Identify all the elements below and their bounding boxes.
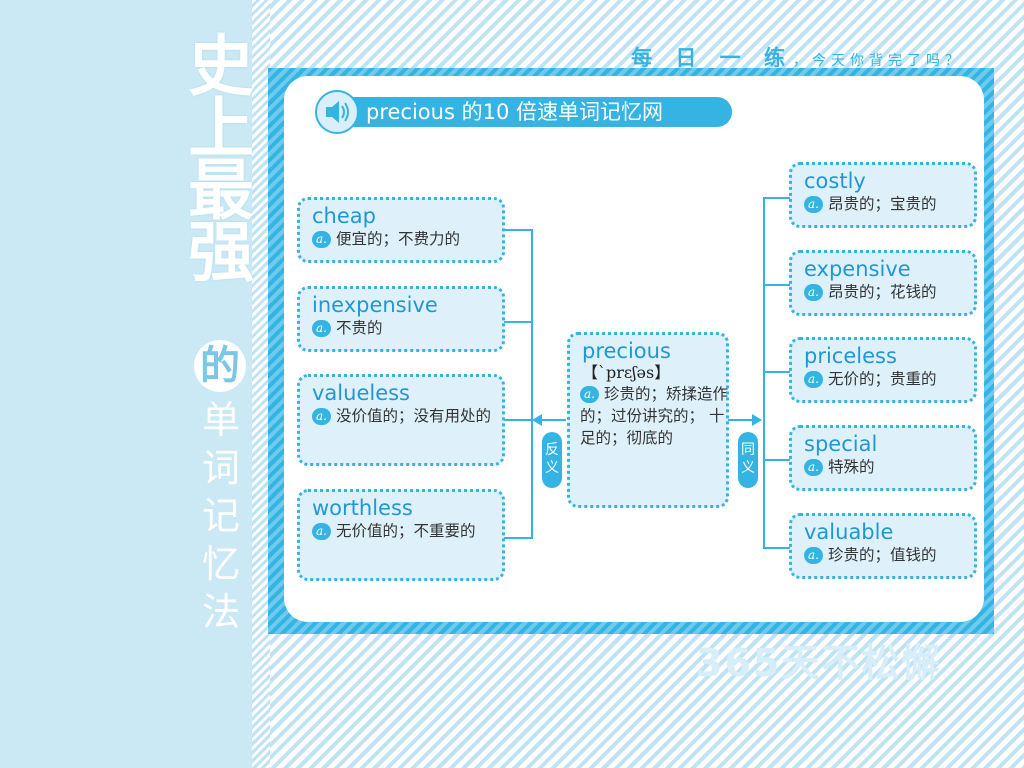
- antonym-meaning-line: a. 无价值的；不重要的: [310, 520, 504, 542]
- synonym-meaning: 特殊的: [828, 458, 875, 476]
- antonym-card[interactable]: worthless a. 无价值的；不重要的: [297, 489, 505, 581]
- arrow-left-icon: [532, 414, 542, 426]
- connector-line: [764, 371, 792, 373]
- adjective-badge: a.: [312, 320, 331, 337]
- sidebar-title-char: 史: [188, 28, 254, 105]
- antonym-word: valueless: [312, 381, 410, 405]
- arrow-right-icon: [752, 414, 762, 426]
- title-word: precious: [366, 100, 455, 124]
- synonym-word: expensive: [804, 257, 911, 281]
- connector-line: [764, 197, 792, 199]
- synonym-meaning-line: a. 特殊的: [804, 456, 976, 478]
- synonym-meaning-line: a. 珍贵的；值钱的: [804, 544, 976, 566]
- connector-line: [504, 321, 532, 323]
- sidebar-title-char: 上: [188, 90, 254, 167]
- center-word: precious: [582, 339, 671, 363]
- antonym-meaning-line: a. 没价值的；没有用处的: [310, 405, 504, 427]
- synonym-card[interactable]: valuable a. 珍贵的；值钱的: [789, 513, 977, 579]
- synonym-meaning: 昂贵的；花钱的: [828, 283, 937, 301]
- antonym-word: inexpensive: [312, 293, 438, 317]
- connector-line: [504, 537, 532, 539]
- connector-line: [763, 197, 765, 549]
- antonym-meaning-line: a. 便宜的；不费力的: [312, 228, 504, 250]
- sidebar-subtitle: 单 词 记 忆 法: [196, 396, 246, 636]
- antonym-word: cheap: [312, 204, 376, 228]
- synonym-word: priceless: [804, 344, 897, 368]
- adjective-badge: a.: [804, 459, 823, 476]
- connector-line: [504, 419, 532, 421]
- header-slogan-sub: ，今天你背完了吗？: [793, 53, 964, 69]
- synonym-word: costly: [804, 169, 866, 193]
- synonym-meaning-line: a. 昂贵的；宝贵的: [804, 193, 976, 215]
- adjective-badge: a.: [804, 547, 823, 564]
- connector-line: [764, 547, 792, 549]
- adjective-badge: a.: [312, 408, 331, 425]
- connector-line: [764, 459, 792, 461]
- antonym-meaning: 无价值的；不重要的: [336, 522, 476, 540]
- sidebar-sub-char: 单: [201, 398, 240, 442]
- sidebar-title-char: 最: [188, 152, 254, 229]
- synonym-meaning-line: a. 昂贵的；花钱的: [804, 281, 976, 303]
- antonym-card[interactable]: valueless a. 没价值的；没有用处的: [297, 374, 505, 466]
- synonym-meaning: 珍贵的；值钱的: [828, 546, 937, 564]
- antonym-tag: 反义: [542, 432, 562, 488]
- center-phonetic: 【ˋprɛʃəs】: [582, 363, 671, 382]
- synonym-card[interactable]: costly a. 昂贵的；宝贵的: [789, 162, 977, 228]
- antonym-meaning: 不贵的: [336, 319, 383, 337]
- synonym-word: special: [804, 432, 878, 456]
- antonym-word: worthless: [312, 496, 413, 520]
- adjective-badge: a.: [312, 231, 331, 248]
- header-slogan-main: 每 日 一 练: [631, 46, 793, 70]
- sidebar-sub-char: 法: [201, 590, 240, 634]
- center-meaning: 珍贵的；矫揉造作的；过份讲究的； 十足的；彻底的: [580, 385, 729, 447]
- synonym-meaning: 无价的；贵重的: [828, 370, 937, 388]
- adjective-badge: a.: [804, 196, 823, 213]
- connector-line: [531, 229, 533, 539]
- connector-line: [540, 419, 566, 421]
- center-meaning-line: a. 珍贵的；矫揉造作的；过份讲究的； 十足的；彻底的: [580, 383, 728, 449]
- adjective-badge: a.: [804, 284, 823, 301]
- synonym-card[interactable]: priceless a. 无价的；贵重的: [789, 337, 977, 403]
- sidebar-sub-char: 忆: [201, 542, 240, 586]
- adjective-badge: a.: [580, 386, 599, 403]
- title-rest: 的10 倍速单词记忆网: [454, 100, 663, 124]
- antonym-meaning: 便宜的；不费力的: [336, 230, 461, 248]
- sidebar-sub-char: 记: [201, 494, 240, 538]
- synonym-card[interactable]: expensive a. 昂贵的；花钱的: [789, 250, 977, 316]
- sidebar-de-char: 的: [194, 340, 246, 392]
- synonym-word: valuable: [804, 520, 894, 544]
- speaker-icon[interactable]: [315, 90, 359, 134]
- page-title: precious 的10 倍速单词记忆网: [366, 97, 663, 127]
- antonym-meaning-line: a. 不贵的: [312, 317, 504, 339]
- sidebar-title: 史 上 最 强: [176, 28, 266, 291]
- antonym-meaning: 没价值的；没有用处的: [336, 407, 492, 425]
- adjective-badge: a.: [804, 371, 823, 388]
- center-word-card[interactable]: precious 【ˋprɛʃəs】 a. 珍贵的；矫揉造作的；过份讲究的； 十足…: [567, 332, 729, 508]
- synonym-meaning-line: a. 无价的；贵重的: [804, 368, 976, 390]
- synonym-card[interactable]: special a. 特殊的: [789, 425, 977, 491]
- antonym-card[interactable]: inexpensive a. 不贵的: [297, 286, 505, 352]
- connector-line: [504, 229, 532, 231]
- synonym-meaning: 昂贵的；宝贵的: [828, 195, 937, 213]
- connector-line: [764, 284, 792, 286]
- connector-line: [728, 419, 754, 421]
- synonym-tag: 同义: [738, 432, 758, 488]
- adjective-badge: a.: [312, 523, 331, 540]
- antonym-card[interactable]: cheap a. 便宜的；不费力的: [297, 197, 505, 263]
- sidebar-sub-char: 词: [201, 446, 240, 490]
- sidebar-title-char: 强: [188, 214, 254, 291]
- footer-slogan: 365天不松懈: [696, 641, 942, 685]
